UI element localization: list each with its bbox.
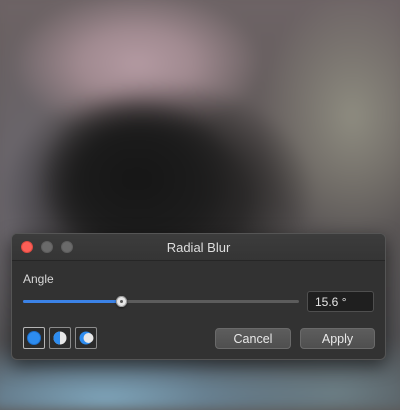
crescent-icon (79, 331, 94, 345)
filled-circle-icon (27, 331, 41, 345)
full-circle-mode-button[interactable] (23, 327, 45, 349)
title-bar[interactable]: Radial Blur (12, 234, 385, 261)
half-circle-mode-button[interactable] (49, 327, 71, 349)
cancel-button[interactable]: Cancel (215, 328, 291, 349)
radial-blur-dialog: Radial Blur Angle 15.6 ° Cancel Apply (11, 233, 386, 360)
crescent-mode-button[interactable] (75, 327, 97, 349)
slider-thumb[interactable] (115, 296, 127, 307)
dialog-title: Radial Blur (166, 240, 231, 255)
apply-button[interactable]: Apply (300, 328, 375, 349)
slider-fill (23, 300, 121, 303)
angle-label: Angle (23, 272, 54, 286)
angle-value-field[interactable]: 15.6 ° (307, 291, 374, 312)
angle-slider[interactable] (23, 292, 299, 312)
half-circle-icon (53, 331, 67, 345)
